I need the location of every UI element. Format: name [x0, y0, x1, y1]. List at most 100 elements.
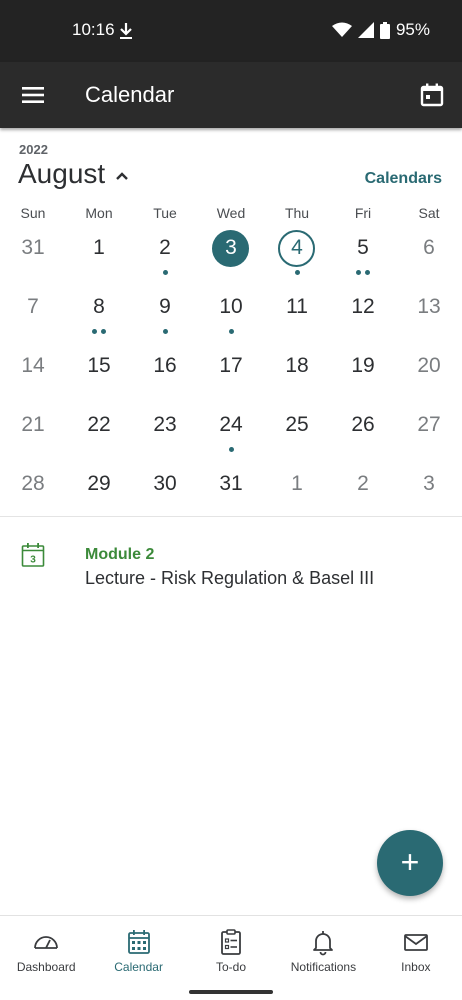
- todo-icon: [221, 929, 241, 955]
- gesture-bar[interactable]: [189, 990, 273, 994]
- day-cell-today[interactable]: 4: [264, 228, 330, 287]
- day-cell[interactable]: 2: [132, 228, 198, 287]
- month-grid: 31 1 2 3 4 5 6 7 8 9 10 11 12 13 14 15 16 17 18 19 20 21 22 23 2…: [0, 228, 462, 523]
- day-cell[interactable]: 15: [66, 346, 132, 405]
- day-cell[interactable]: 11: [264, 287, 330, 346]
- day-number: 29: [87, 472, 111, 495]
- add-event-button[interactable]: +: [377, 830, 443, 896]
- weekday-label: Thu: [284, 205, 310, 221]
- week-row: 21 22 23 24 25 26 27: [0, 405, 462, 464]
- event-dot: [356, 270, 361, 275]
- nav-label: Inbox: [401, 960, 431, 974]
- day-number: 26: [351, 413, 375, 436]
- day-number: 5: [357, 236, 369, 259]
- nav-todo[interactable]: To-do: [185, 916, 277, 983]
- day-number: 24: [219, 413, 243, 436]
- event-dots: [132, 270, 198, 275]
- day-number: 20: [417, 354, 441, 377]
- bottom-nav: Dashboard Calendar To-do Notifications I…: [0, 915, 462, 983]
- month-label: August: [18, 158, 106, 189]
- day-number: 6: [423, 236, 435, 259]
- event-dot: [92, 329, 97, 334]
- day-cell[interactable]: 13: [396, 287, 462, 346]
- day-cell[interactable]: 14: [0, 346, 66, 405]
- day-cell[interactable]: 12: [330, 287, 396, 346]
- event-item[interactable]: 3 Module 2 Lecture - Risk Regulation & B…: [0, 530, 462, 600]
- day-number: 22: [87, 413, 111, 436]
- weekday-label: Mon: [85, 205, 113, 221]
- event-dots: [198, 329, 264, 334]
- day-cell[interactable]: 30: [132, 464, 198, 523]
- day-cell[interactable]: 31: [0, 228, 66, 287]
- day-cell[interactable]: 3: [396, 464, 462, 523]
- dashboard-icon: [34, 936, 59, 949]
- day-cell[interactable]: 10: [198, 287, 264, 346]
- day-cell[interactable]: 29: [66, 464, 132, 523]
- day-cell[interactable]: 31: [198, 464, 264, 523]
- signal-icon: [357, 22, 374, 38]
- day-cell[interactable]: 19: [330, 346, 396, 405]
- calendars-button[interactable]: Calendars: [365, 170, 442, 188]
- calendar-today-icon[interactable]: [418, 81, 446, 109]
- event-dot: [162, 270, 168, 275]
- day-cell[interactable]: 28: [0, 464, 66, 523]
- day-cell[interactable]: 2: [330, 464, 396, 523]
- day-cell[interactable]: 7: [0, 287, 66, 346]
- day-cell[interactable]: 17: [198, 346, 264, 405]
- day-number: 27: [417, 413, 441, 436]
- day-number: 19: [351, 354, 375, 377]
- event-module: Module 2: [85, 546, 155, 563]
- day-number: 16: [153, 354, 177, 377]
- year-label: 2022: [19, 142, 48, 157]
- bell-icon: [313, 931, 334, 956]
- day-cell[interactable]: 1: [264, 464, 330, 523]
- day-number: 17: [219, 354, 243, 377]
- nav-dashboard[interactable]: Dashboard: [0, 916, 92, 983]
- nav-calendar[interactable]: Calendar: [92, 916, 184, 983]
- plus-icon: +: [400, 844, 420, 880]
- weekday-label: Wed: [216, 205, 246, 221]
- day-cell[interactable]: 6: [396, 228, 462, 287]
- day-cell[interactable]: 20: [396, 346, 462, 405]
- event-dot: [101, 329, 106, 334]
- day-cell[interactable]: 16: [132, 346, 198, 405]
- day-cell[interactable]: 24: [198, 405, 264, 464]
- menu-icon[interactable]: [18, 81, 48, 109]
- day-cell[interactable]: 5: [330, 228, 396, 287]
- event-dots: [198, 447, 264, 452]
- status-bar: 10:16 95%: [0, 0, 462, 62]
- day-cell[interactable]: 22: [66, 405, 132, 464]
- day-cell[interactable]: 27: [396, 405, 462, 464]
- day-cell-selected[interactable]: 3: [198, 228, 264, 287]
- weekday-label: Fri: [354, 205, 372, 221]
- nav-inbox[interactable]: Inbox: [370, 916, 462, 983]
- event-dots: [264, 270, 330, 275]
- battery-percent: 95%: [395, 20, 430, 39]
- day-cell[interactable]: 8: [66, 287, 132, 346]
- day-number: 11: [286, 295, 308, 318]
- nav-notifications[interactable]: Notifications: [277, 916, 369, 983]
- day-number: 3: [423, 472, 435, 495]
- wifi-icon: [331, 22, 352, 37]
- day-cell[interactable]: 25: [264, 405, 330, 464]
- day-number: 1: [291, 472, 303, 495]
- inbox-icon: [403, 934, 428, 951]
- day-cell[interactable]: 1: [66, 228, 132, 287]
- day-number: 2: [357, 472, 369, 495]
- event-title: Lecture - Risk Regulation & Basel III: [85, 568, 375, 588]
- day-number: 8: [93, 295, 105, 318]
- event-dot: [162, 329, 168, 334]
- day-cell[interactable]: 18: [264, 346, 330, 405]
- day-cell[interactable]: 26: [330, 405, 396, 464]
- day-cell[interactable]: 23: [132, 405, 198, 464]
- battery-icon: [379, 21, 390, 39]
- download-icon: [120, 23, 132, 39]
- status-right: 95%: [331, 20, 430, 40]
- day-cell[interactable]: 9: [132, 287, 198, 346]
- weekday-label: Tue: [153, 205, 177, 221]
- month-selector[interactable]: August: [18, 158, 129, 190]
- weekday-label: Sun: [20, 205, 46, 221]
- day-number: 15: [87, 354, 111, 377]
- day-cell[interactable]: 21: [0, 405, 66, 464]
- day-number: 2: [159, 236, 171, 259]
